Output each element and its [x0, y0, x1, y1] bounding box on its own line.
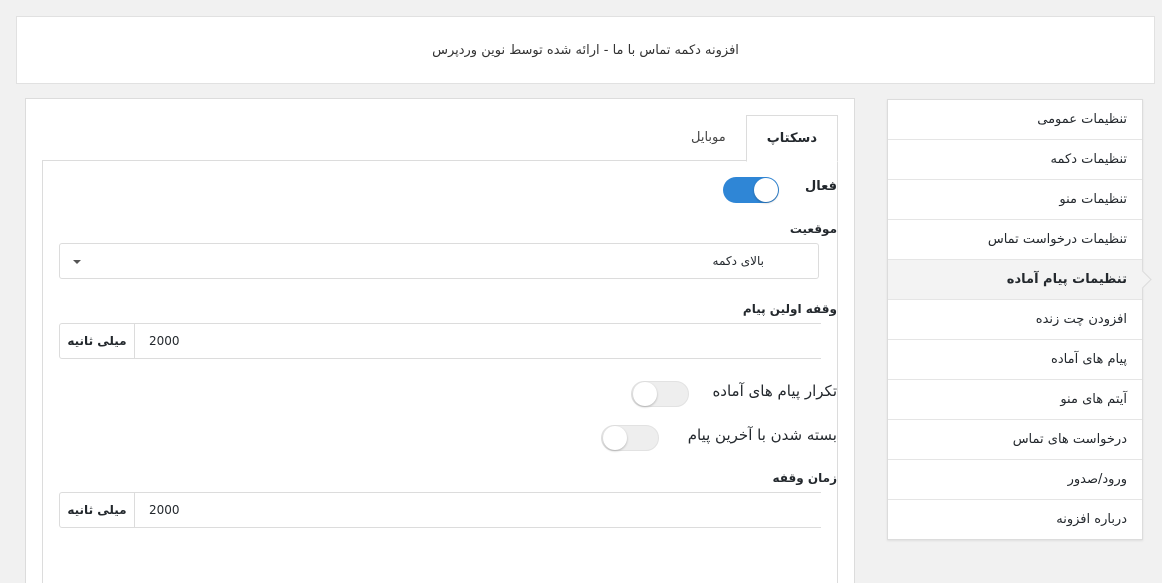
- device-tabs: دسکتاپ موبایل: [671, 115, 838, 162]
- sidebar-item-add-live-chat[interactable]: افزودن چت زنده: [888, 300, 1142, 340]
- sidebar-item-label: افزودن چت زنده: [1035, 312, 1127, 327]
- sidebar-item-label: تنظیمات منو: [1059, 192, 1127, 207]
- tab-label: موبایل: [690, 129, 726, 145]
- position-select[interactable]: بالای دکمه: [59, 243, 819, 279]
- tab-label: دسکتاپ: [766, 131, 817, 146]
- delay-time-label: زمان وقفه: [772, 471, 838, 485]
- settings-panel: دسکتاپ موبایل فعال موقعیت بالای دکمه وقف…: [25, 98, 855, 583]
- sidebar-item-label: درخواست های تماس: [1012, 432, 1127, 447]
- sidebar-item-label: پیام های آماده: [1051, 352, 1127, 367]
- close-on-last-label: بسته شدن با آخرین پیام: [687, 426, 837, 444]
- toggle-knob: [603, 426, 627, 450]
- sidebar-item-general[interactable]: تنظیمات عمومی: [888, 100, 1142, 140]
- sidebar-item-menu-items[interactable]: آیتم های منو: [888, 380, 1142, 420]
- tab-mobile[interactable]: موبایل: [671, 115, 746, 159]
- first-delay-input[interactable]: 2000: [134, 323, 821, 359]
- first-delay-value: 2000: [149, 334, 180, 348]
- sidebar-item-button[interactable]: تنظیمات دکمه: [888, 140, 1142, 180]
- toggle-knob: [754, 178, 778, 202]
- repeat-messages-label: تکرار پیام های آماده: [712, 382, 837, 400]
- position-value: بالای دکمه: [712, 254, 764, 268]
- sidebar-item-callback-request[interactable]: تنظیمات درخواست تماس: [888, 220, 1142, 260]
- enabled-label: فعال: [804, 179, 837, 194]
- first-delay-group: 2000 میلی ثانیه: [59, 323, 821, 361]
- sidebar-item-label: تنظیمات درخواست تماس: [987, 232, 1127, 247]
- sidebar-item-label: تنظیمات پیام آماده: [1006, 272, 1127, 287]
- delay-time-group: 2000 میلی ثانیه: [59, 492, 821, 530]
- page-header: افزونه دکمه تماس با ما - ارائه شده توسط …: [16, 16, 1155, 84]
- sidebar-item-label: تنظیمات عمومی: [1037, 112, 1127, 127]
- unit-label: میلی ثانیه: [67, 503, 127, 517]
- settings-sidebar: تنظیمات عمومی تنظیمات دکمه تنظیمات منو ت…: [887, 99, 1143, 540]
- sidebar-item-label: درباره افزونه: [1056, 512, 1127, 527]
- sidebar-item-ready-messages-settings[interactable]: تنظیمات پیام آماده: [888, 260, 1142, 300]
- repeat-messages-toggle[interactable]: [631, 381, 689, 407]
- delay-time-value: 2000: [149, 503, 180, 517]
- position-label: موقعیت: [789, 222, 837, 236]
- delay-time-input[interactable]: 2000: [134, 492, 821, 528]
- enabled-toggle[interactable]: [723, 177, 779, 203]
- toggle-knob: [633, 382, 657, 406]
- first-delay-unit: میلی ثانیه: [59, 323, 135, 359]
- tab-content: فعال موقعیت بالای دکمه وقفه اولین پیام 2…: [42, 160, 838, 583]
- delay-time-unit: میلی ثانیه: [59, 492, 135, 528]
- sidebar-item-import-export[interactable]: ورود/صدور: [888, 460, 1142, 500]
- sidebar-item-label: تنظیمات دکمه: [1050, 152, 1127, 167]
- chevron-down-icon: [73, 260, 81, 264]
- unit-label: میلی ثانیه: [67, 334, 127, 348]
- close-on-last-toggle[interactable]: [601, 425, 659, 451]
- sidebar-item-about[interactable]: درباره افزونه: [888, 500, 1142, 539]
- sidebar-item-call-requests[interactable]: درخواست های تماس: [888, 420, 1142, 460]
- sidebar-item-label: ورود/صدور: [1067, 472, 1127, 487]
- sidebar-item-label: آیتم های منو: [1060, 392, 1127, 407]
- sidebar-item-ready-messages[interactable]: پیام های آماده: [888, 340, 1142, 380]
- tab-desktop[interactable]: دسکتاپ: [745, 115, 838, 162]
- page-title: افزونه دکمه تماس با ما - ارائه شده توسط …: [432, 42, 739, 58]
- sidebar-item-menu[interactable]: تنظیمات منو: [888, 180, 1142, 220]
- first-delay-label: وقفه اولین پیام: [742, 302, 837, 316]
